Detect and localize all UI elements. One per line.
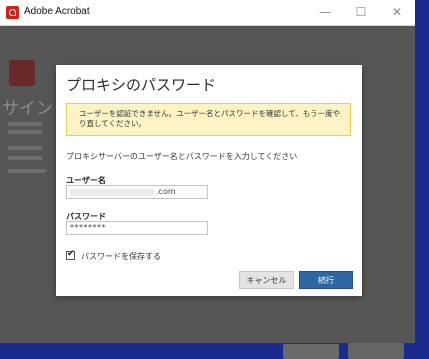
title-bar: Adobe Acrobat — ☐ ✕	[0, 0, 415, 26]
continue-button[interactable]: 続行	[299, 271, 353, 289]
username-field[interactable]: .com	[66, 185, 208, 199]
cancel-button[interactable]: キャンセル	[239, 271, 294, 289]
minimize-button[interactable]: —	[307, 0, 343, 25]
password-field[interactable]: ********	[66, 221, 208, 235]
dialog-title: プロキシのパスワード	[66, 76, 217, 94]
username-redacted	[70, 189, 154, 196]
acrobat-logo-icon	[6, 6, 19, 19]
background-heading: サイン	[2, 99, 53, 118]
background-text-line	[8, 169, 46, 173]
close-button[interactable]: ✕	[379, 0, 415, 25]
warning-text: ユーザーを認証できません。ユーザー名とパスワードを確認して、もう一度やり直してく…	[79, 109, 341, 128]
remember-password-checkbox[interactable]: ✔	[66, 249, 75, 260]
window-title: Adobe Acrobat	[24, 6, 90, 17]
background-text-line	[8, 146, 42, 150]
proxy-password-dialog: プロキシのパスワード ユーザーを認証できません。ユーザー名とパスワードを確認して…	[56, 65, 362, 296]
checkmark-icon: ✔	[67, 249, 75, 259]
remember-password-label[interactable]: パスワードを保存する	[81, 251, 161, 262]
background-text-line	[8, 156, 42, 160]
background-logo-icon	[9, 60, 35, 86]
background-button	[283, 344, 339, 359]
password-value: ********	[70, 223, 106, 232]
background-button	[348, 343, 404, 359]
warning-banner: ユーザーを認証できません。ユーザー名とパスワードを確認して、もう一度やり直してく…	[66, 103, 351, 136]
instruction-text: プロキシサーバーのユーザー名とパスワードを入力してください	[66, 152, 298, 161]
maximize-button[interactable]: ☐	[343, 0, 379, 25]
username-value: .com	[156, 187, 176, 196]
background-text-line	[8, 130, 42, 134]
background-text-line	[8, 122, 42, 126]
